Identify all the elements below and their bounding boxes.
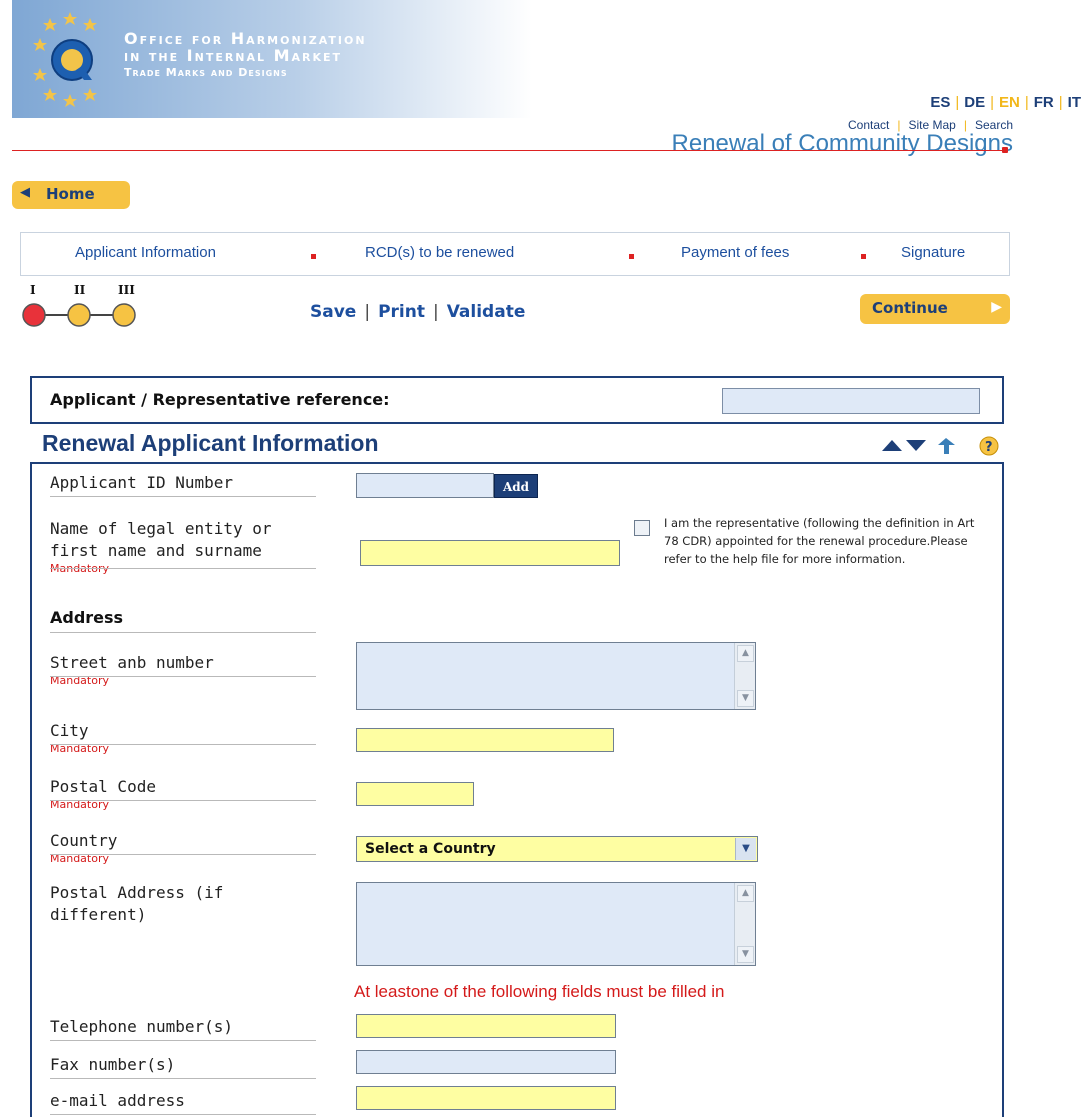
continue-button[interactable]: Continue ▶ xyxy=(860,294,1010,324)
email-label: e-mail address xyxy=(50,1091,185,1110)
step-roman-2: II xyxy=(74,283,86,297)
label-rule xyxy=(50,568,316,569)
country-select[interactable]: Select a Country ▼ xyxy=(356,836,758,862)
representative-checkbox[interactable] xyxy=(634,520,650,536)
label-rule xyxy=(50,632,316,633)
label-rule xyxy=(50,800,316,801)
scroll-down-icon[interactable]: ▼ xyxy=(737,690,754,707)
svg-text:?: ? xyxy=(985,440,993,455)
lang-it[interactable]: IT xyxy=(1068,94,1081,111)
label-rule xyxy=(50,854,316,855)
representative-text: I am the representative (following the d… xyxy=(664,516,975,566)
org-line1: Office for Harmonization xyxy=(124,29,367,48)
ohim-logo[interactable] xyxy=(30,8,110,108)
save-link[interactable]: Save xyxy=(310,302,356,322)
org-line2: in the Internal Market xyxy=(124,46,343,65)
lang-de[interactable]: DE xyxy=(964,94,985,111)
section-tools: ? xyxy=(882,436,999,456)
continue-button-label: Continue xyxy=(872,299,948,317)
wizard-steps: Applicant Information RCD(s) to be renew… xyxy=(20,232,1010,276)
form-actions: Save | Print | Validate xyxy=(310,302,526,322)
city-input[interactable] xyxy=(356,728,614,752)
postal-code-input[interactable] xyxy=(356,782,474,806)
city-label: City Mandatory xyxy=(50,720,109,755)
scroll-down-icon[interactable]: ▼ xyxy=(737,946,754,963)
name-label-line2: first name and surname xyxy=(50,541,262,560)
title-dot xyxy=(1002,147,1008,153)
move-down-icon[interactable] xyxy=(906,440,926,451)
label-rule xyxy=(50,496,316,497)
name-label-line1: Name of legal entity or xyxy=(50,519,272,538)
postal-code-label-text: Postal Code xyxy=(50,777,156,796)
label-rule xyxy=(50,1078,316,1079)
step-signature[interactable]: Signature xyxy=(901,244,965,261)
street-label-text: Street anb number xyxy=(50,653,214,672)
step-roman-1: I xyxy=(30,283,36,297)
left-arrow-icon: ◀ xyxy=(20,185,30,200)
home-button[interactable]: ◀ Home xyxy=(12,181,130,209)
lang-fr[interactable]: FR xyxy=(1034,94,1054,111)
country-label: Country Mandatory xyxy=(50,830,117,865)
address-heading: Address xyxy=(50,608,124,627)
country-label-text: Country xyxy=(50,831,118,850)
street-label: Street anb number Mandatory xyxy=(50,652,214,687)
step-roman-3: III xyxy=(118,283,135,297)
right-arrow-icon: ▶ xyxy=(991,299,1002,315)
organization-name: Office for Harmonization in the Internal… xyxy=(124,30,367,81)
help-icon[interactable]: ? xyxy=(979,436,999,456)
city-label-text: City xyxy=(50,721,89,740)
label-rule xyxy=(50,676,316,677)
scroll-up-icon[interactable]: ▲ xyxy=(737,645,754,662)
reference-input[interactable] xyxy=(722,388,980,414)
name-input[interactable] xyxy=(360,540,620,566)
lang-es[interactable]: ES xyxy=(930,94,950,111)
move-up-icon[interactable] xyxy=(882,440,902,451)
postal-address-label-line2: different) xyxy=(50,905,147,924)
progress-circles-icon xyxy=(22,303,136,327)
applicant-form: Applicant ID Number Add Name of legal en… xyxy=(30,462,1004,1117)
label-rule xyxy=(50,1040,316,1041)
postal-address-label: Postal Address (if different) xyxy=(50,882,223,926)
applicant-id-input[interactable] xyxy=(356,473,494,498)
contact-warning: At leastone of the following fields must… xyxy=(354,982,725,1001)
telephone-label: Telephone number(s) xyxy=(50,1017,234,1036)
name-label: Name of legal entity or first name and s… xyxy=(50,518,272,575)
fax-label: Fax number(s) xyxy=(50,1055,176,1074)
applicant-id-label: Applicant ID Number xyxy=(50,473,234,492)
step-payment-of-fees[interactable]: Payment of fees xyxy=(681,244,789,261)
postal-address-input[interactable]: ▲ ▼ xyxy=(356,882,756,966)
print-link[interactable]: Print xyxy=(378,302,425,322)
scroll-up-icon[interactable]: ▲ xyxy=(737,885,754,902)
postal-code-label: Postal Code Mandatory xyxy=(50,776,156,811)
chevron-down-icon[interactable]: ▼ xyxy=(735,838,756,860)
org-line3: Trade Marks and Designs xyxy=(124,66,288,79)
reference-label: Applicant / Representative reference: xyxy=(50,390,390,409)
title-divider xyxy=(12,150,1002,151)
section-title: Renewal Applicant Information xyxy=(42,430,379,456)
telephone-input[interactable] xyxy=(356,1014,616,1038)
add-applicant-button[interactable]: Add xyxy=(494,474,538,498)
street-scrollbar[interactable]: ▲ ▼ xyxy=(734,643,755,709)
step-rcds-to-be-renewed[interactable]: RCD(s) to be renewed xyxy=(365,244,514,261)
country-select-value: Select a Country xyxy=(365,841,496,857)
home-button-label: Home xyxy=(46,185,95,203)
step-separator xyxy=(311,254,316,259)
fax-input[interactable] xyxy=(356,1050,616,1074)
step-separator xyxy=(629,254,634,259)
reference-box: Applicant / Representative reference: xyxy=(30,376,1004,424)
label-rule xyxy=(50,744,316,745)
validate-link[interactable]: Validate xyxy=(447,302,526,322)
page-title: Renewal of Community Designs xyxy=(671,130,1013,157)
language-switcher: ES | DE | EN | FR | IT xyxy=(930,94,1081,111)
postal-address-label-line1: Postal Address (if xyxy=(50,883,224,902)
email-input[interactable] xyxy=(356,1086,616,1110)
progress-indicator: I II III xyxy=(20,283,150,333)
lang-en[interactable]: EN xyxy=(999,94,1020,111)
postal-address-scrollbar[interactable]: ▲ ▼ xyxy=(734,883,755,965)
step-applicant-information[interactable]: Applicant Information xyxy=(75,244,216,261)
step-separator xyxy=(861,254,866,259)
street-input[interactable]: ▲ ▼ xyxy=(356,642,756,710)
back-to-top-icon[interactable] xyxy=(938,438,955,454)
